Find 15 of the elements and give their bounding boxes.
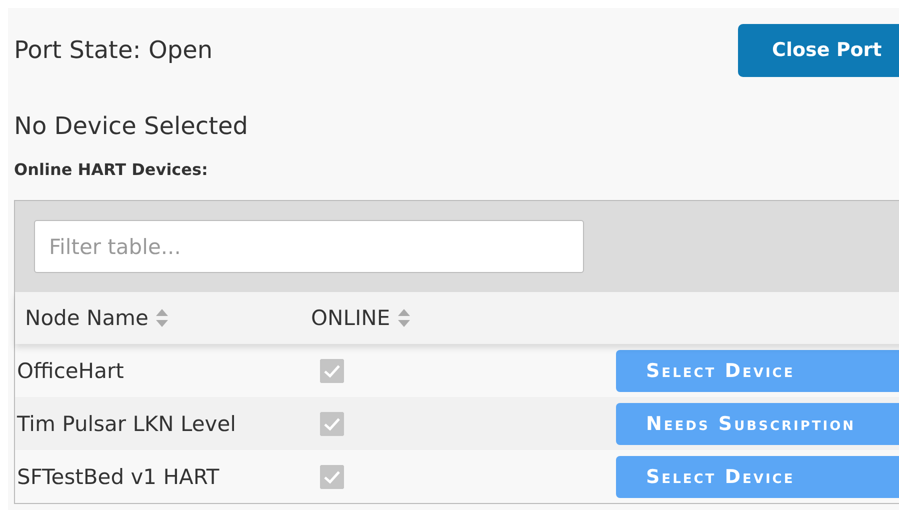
filter-field[interactable]: Filter table... [34,220,584,273]
port-state-text: Port State: Open [14,36,213,64]
column-header[interactable]: Node Name [15,305,311,331]
sort-icon [398,309,410,327]
node-name-cell: SFTestBed v1 HART [17,464,220,488]
row-action-button[interactable]: Select Device [616,456,899,498]
device-status-text: No Device Selected [14,112,248,140]
section-title: Online HART Devices: [14,160,208,179]
row-action-button[interactable]: Select Device [616,350,899,392]
column-header[interactable]: ONLINE [311,305,412,331]
sort-icon [156,309,168,327]
row-action-button[interactable]: Needs Subscription [616,402,899,444]
node-name-cell: OfficeHart [17,358,124,382]
close-port-button[interactable]: Close Port [738,24,899,76]
node-name-cell: Tim Pulsar LKN Level [17,412,236,436]
